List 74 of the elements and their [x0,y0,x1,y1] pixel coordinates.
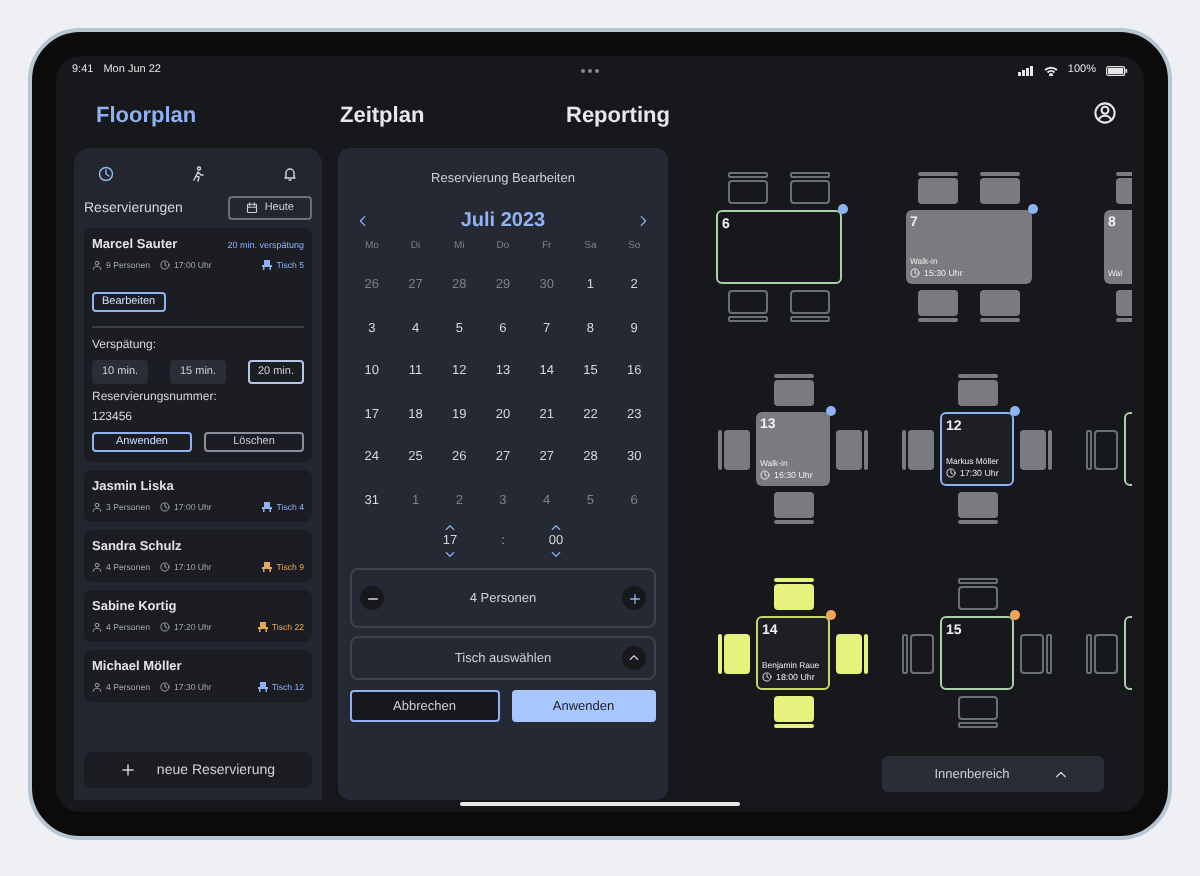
calendar-icon [246,202,259,214]
increase-button[interactable] [622,586,646,610]
chair [773,578,813,610]
clock-icon [946,468,956,478]
decrease-button[interactable] [360,586,384,610]
battery-icon [1105,65,1128,75]
chair [773,492,813,524]
chair [980,172,1020,204]
plus-icon [120,762,137,778]
sidebar-tab[interactable] [188,164,208,184]
person-icon [92,260,102,270]
signal-icon [1017,65,1034,75]
clock-icon [159,562,170,572]
person-icon [92,682,102,692]
chair [718,429,750,469]
chair [1086,429,1118,469]
nav-tab[interactable]: Zeitplan [340,104,425,128]
chair [957,696,997,728]
clock-icon [760,470,770,480]
sidebar-tab[interactable] [96,164,116,184]
minute-up-button[interactable] [550,522,563,534]
chair [918,290,958,322]
chevron-up-icon [1053,767,1068,781]
chair [773,696,813,728]
hour-down-button[interactable] [443,548,456,560]
chair [773,374,813,406]
chair [957,578,997,610]
nav-tab[interactable]: Reporting [566,104,670,128]
chevron-right-icon [635,214,650,228]
walking-person-icon [190,166,206,182]
chair [902,633,934,673]
profile-icon [1094,102,1116,124]
chair [790,290,830,322]
plus-icon [627,591,641,605]
clock-icon [159,502,170,512]
chair [790,172,830,204]
chair [728,172,768,204]
month-title: Juli 2023 [460,210,546,232]
chair [980,290,1020,322]
person-icon [92,622,102,632]
chair [1020,429,1052,469]
nav-tab[interactable]: Floorplan [96,104,197,128]
clock-icon [98,166,114,182]
chevron-up-icon [550,522,563,534]
clock-icon [762,672,772,682]
chair [1020,633,1052,673]
sidebar-tab[interactable] [280,164,300,184]
clock-icon [159,622,170,632]
person-icon [92,502,102,512]
chair [728,290,768,322]
wifi-icon [1043,65,1058,75]
chevron-left-icon [356,214,370,228]
chair [957,374,997,406]
clock-icon [159,682,170,692]
next-month-button[interactable] [635,214,650,228]
chair [1086,633,1118,673]
chevron-down-icon [443,548,456,560]
previous-month-button[interactable] [356,214,370,228]
hour-up-button[interactable] [443,522,456,534]
bell-icon [282,166,298,182]
chevron-down-icon [550,548,563,560]
minute-down-button[interactable] [550,548,563,560]
more-icon [579,67,600,73]
chevron-up-icon [628,652,640,664]
chair [836,633,868,673]
clock-icon [910,268,920,278]
chair [957,492,997,524]
clock-icon [159,260,170,270]
chair [918,172,958,204]
chevron-up-icon [443,522,456,534]
chair [902,429,934,469]
chair [836,429,868,469]
person-icon [92,562,102,572]
chair [718,633,750,673]
